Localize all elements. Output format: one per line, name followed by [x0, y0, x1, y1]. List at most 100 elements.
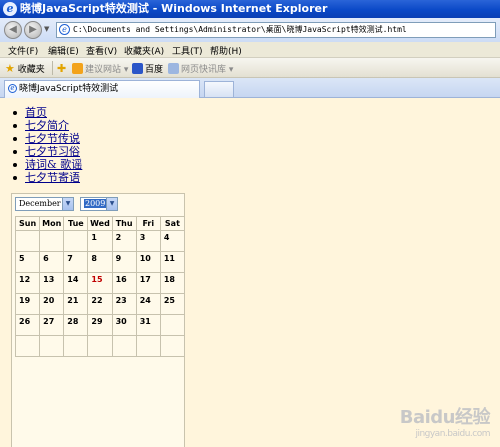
suggested-sites-link[interactable]: 建议网站 ▾ — [72, 62, 128, 75]
favorites-button[interactable]: ★ 收藏夹 — [5, 62, 45, 75]
calendar-day-cell[interactable]: 7 — [63, 251, 89, 273]
calendar-day-cell[interactable]: 27 — [39, 314, 65, 336]
calendar-week-row: 19 20 21 22 23 24 25 — [14, 293, 186, 315]
link-qixi-customs[interactable]: 七夕节习俗 — [25, 145, 80, 158]
baidu-link[interactable]: 百度 — [132, 62, 163, 75]
calendar-day-cell[interactable]: 4 — [159, 230, 186, 252]
web-slice-gallery-link[interactable]: 网页快讯库 ▾ — [168, 62, 233, 75]
tab-page-icon: e — [8, 84, 17, 93]
calendar-day-cell[interactable]: 29 — [87, 314, 113, 336]
link-home[interactable]: 首页 — [25, 106, 47, 119]
calendar-day-cell[interactable]: 24 — [135, 293, 161, 315]
calendar-day-cell[interactable]: 6 — [39, 251, 65, 273]
menu-bar: 文件(F) 编辑(E) 查看(V) 收藏夹(A) 工具(T) 帮助(H) — [0, 42, 500, 58]
calendar-day-cell[interactable]: 5 — [14, 251, 41, 273]
suggested-sites-label: 建议网站 — [85, 65, 122, 75]
address-url: C:\Documents and Settings\Administrator\… — [73, 25, 407, 34]
calendar-day-cell[interactable]: 11 — [159, 251, 186, 273]
link-poems-songs[interactable]: 诗词& 歌谣 — [25, 158, 82, 171]
calendar-day-cell[interactable]: 16 — [111, 272, 137, 294]
calendar-day-cell — [159, 335, 186, 357]
calendar-day-cell — [159, 314, 186, 336]
tab-active[interactable]: e 晓博JavaScript特效测试 — [4, 80, 200, 98]
calendar-day-cell[interactable]: 15 — [87, 272, 113, 294]
suggested-sites-icon — [72, 63, 83, 74]
weekday-header: Sun — [14, 216, 41, 231]
calendar-week-row: 26 27 28 29 30 31 — [14, 314, 186, 336]
calendar-day-cell[interactable]: 3 — [135, 230, 161, 252]
menu-file[interactable]: 文件(F) — [8, 44, 38, 57]
calendar-day-cell[interactable]: 13 — [39, 272, 65, 294]
internet-explorer-icon: e — [3, 2, 17, 16]
web-slice-icon — [168, 63, 179, 74]
window-title-bar: e 晓博JavaScript特效测试 - Windows Internet Ex… — [0, 0, 500, 18]
calendar-day-cell[interactable]: 19 — [14, 293, 41, 315]
favorites-separator — [52, 61, 53, 75]
calendar-day-cell — [63, 335, 89, 357]
list-item: 七夕节寄语 — [12, 171, 82, 184]
calendar-day-cell[interactable]: 18 — [159, 272, 186, 294]
baidu-label: 百度 — [145, 65, 164, 75]
calendar-day-cell[interactable]: 30 — [111, 314, 137, 336]
calendar-week-row — [14, 335, 186, 357]
calendar-day-cell — [63, 230, 89, 252]
calendar-week-row: 1234 — [14, 230, 186, 252]
calendar-day-cell — [14, 335, 41, 357]
menu-view[interactable]: 查看(V) — [86, 44, 117, 57]
link-qixi-intro[interactable]: 七夕简介 — [25, 119, 69, 132]
add-to-favorites-icon[interactable]: ✚ — [57, 62, 66, 75]
calendar-day-cell[interactable]: 21 — [63, 293, 89, 315]
watermark-text: Baidu经验 — [399, 407, 491, 428]
year-value: 2009 — [84, 199, 107, 208]
chevron-down-icon[interactable]: ▼ — [62, 198, 73, 210]
favorites-label: 收藏夹 — [17, 65, 45, 75]
calendar-day-cell[interactable]: 31 — [135, 314, 161, 336]
calendar-day-cell[interactable]: 17 — [135, 272, 161, 294]
menu-favorites[interactable]: 收藏夹(A) — [124, 44, 164, 57]
month-select[interactable]: December ▼ — [15, 197, 74, 211]
list-item: 七夕简介 — [12, 119, 82, 132]
calendar-day-cell[interactable]: 2 — [111, 230, 137, 252]
web-slice-label: 网页快讯库 — [181, 65, 227, 75]
calendar-day-cell[interactable]: 26 — [14, 314, 41, 336]
list-item: 首页 — [12, 106, 82, 119]
tab-label: 晓博JavaScript特效测试 — [19, 84, 119, 94]
link-qixi-legend[interactable]: 七夕节传说 — [25, 132, 80, 145]
calendar-day-cell[interactable]: 12 — [14, 272, 41, 294]
menu-edit[interactable]: 编辑(E) — [48, 44, 79, 57]
tab-row: e 晓博JavaScript特效测试 — [0, 78, 500, 98]
chevron-down-icon[interactable]: ▼ — [106, 198, 117, 210]
weekday-header: Tue — [63, 216, 89, 231]
calendar-day-cell[interactable]: 23 — [111, 293, 137, 315]
link-qixi-messages[interactable]: 七夕节寄语 — [25, 171, 80, 184]
address-bar[interactable]: e C:\Documents and Settings\Administrato… — [56, 22, 496, 38]
weekday-header: Mon — [39, 216, 65, 231]
back-button[interactable]: ◀ — [4, 21, 22, 39]
watermark-sub: jingyan.baidu.com — [415, 429, 490, 439]
calendar-day-cell[interactable]: 14 — [63, 272, 89, 294]
calendar-day-cell — [39, 230, 65, 252]
calendar-day-cell[interactable]: 22 — [87, 293, 113, 315]
forward-button[interactable]: ▶ — [24, 21, 42, 39]
weekday-header: Thu — [111, 216, 137, 231]
calendar-day-cell[interactable]: 9 — [111, 251, 137, 273]
calendar-day-cell[interactable]: 20 — [39, 293, 65, 315]
calendar-day-cell[interactable]: 25 — [159, 293, 186, 315]
calendar-day-cell[interactable]: 28 — [63, 314, 89, 336]
calendar-week-row: 12 13 14 15 16 17 18 — [14, 272, 186, 294]
calendar-grid: Sun Mon Tue Wed Thu Fri Sat 1 2 3 4 5 6 7 8 9 10 1… — [14, 216, 186, 357]
menu-help[interactable]: 帮助(H) — [210, 44, 242, 57]
new-tab-button[interactable] — [204, 81, 234, 97]
year-select[interactable]: 2009 ▼ — [80, 197, 118, 211]
menu-tools[interactable]: 工具(T) — [172, 44, 203, 57]
weekday-header-row: Sun Mon Tue Wed Thu Fri Sat — [14, 216, 186, 231]
calendar-day-cell — [14, 230, 41, 252]
nav-list: 首页 七夕简介 七夕节传说 七夕节习俗 诗词& 歌谣 七夕节寄语 — [12, 106, 82, 184]
calendar-day-cell[interactable]: 1 — [87, 230, 113, 252]
calendar-day-cell[interactable]: 8 — [87, 251, 113, 273]
window-title: 晓博JavaScript特效测试 - Windows Internet Expl… — [20, 2, 328, 15]
calendar-day-cell[interactable]: 10 — [135, 251, 161, 273]
recent-pages-dropdown-icon[interactable]: ▼ — [44, 25, 49, 33]
calendar-week-row: 5 6 7 8 9 10 11 — [14, 251, 186, 273]
weekday-header: Sat — [159, 216, 186, 231]
